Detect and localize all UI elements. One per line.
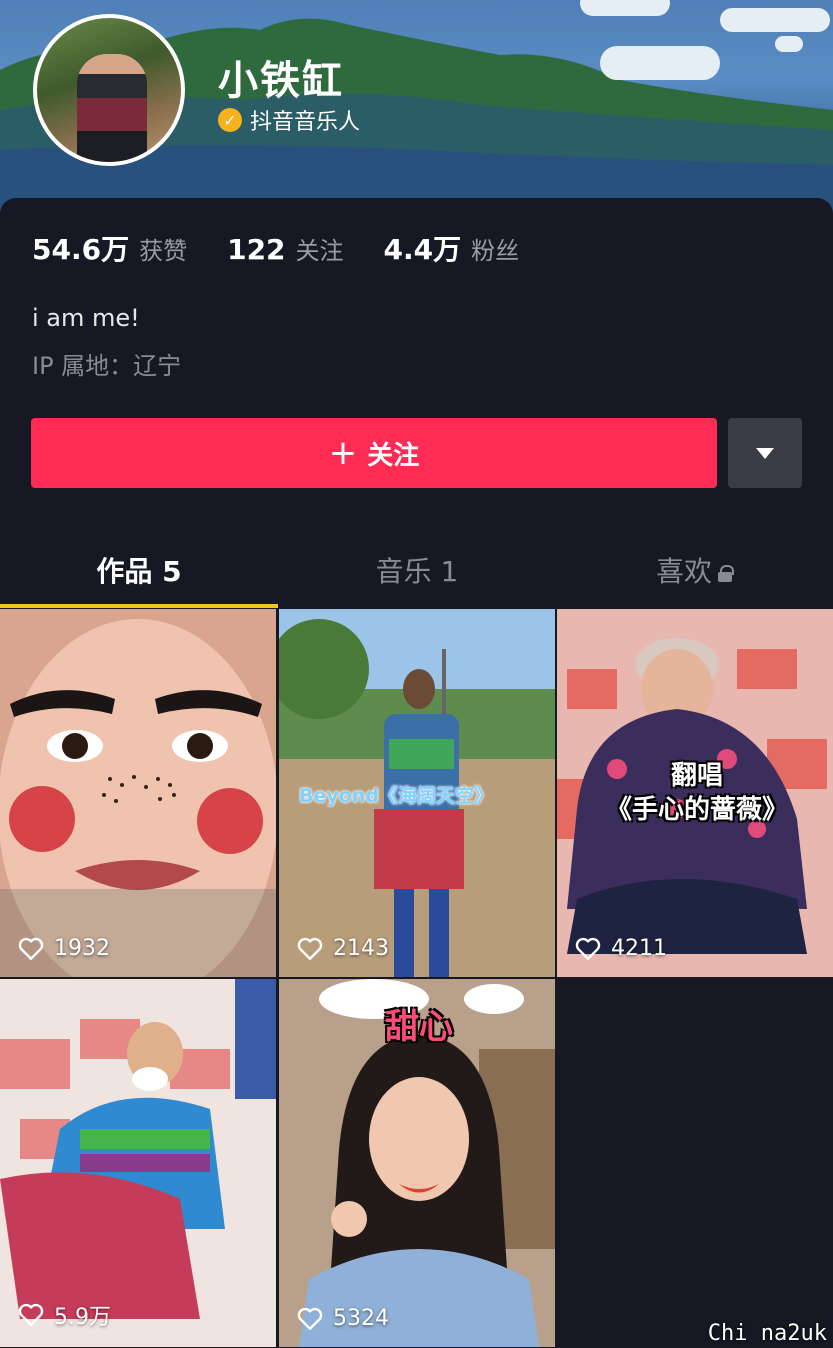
video-overlay-title: 甜心 [385,1007,453,1047]
tab-indicator [0,604,278,608]
like-count-value: 2143 [333,936,389,961]
like-count: 1932 [18,936,110,961]
lock-icon [718,565,734,582]
video-overlay-title: Beyond《海阔天空》 [299,785,493,807]
avatar-person [77,54,147,162]
tab-label: 音乐 1 [375,555,459,588]
video-thumbnail [0,609,276,977]
stats-row: 54.6万 获赞 122 关注 4.4万 粉丝 [32,228,519,268]
watermark: Chi na2uk [707,1321,827,1346]
like-count-value: 5.9万 [54,1305,111,1330]
stat-value: 122 [227,233,286,266]
profile-name: 小铁缸 [218,58,344,104]
caret-down-icon [756,447,774,459]
like-count-value: 4211 [611,936,667,961]
like-count: 5324 [297,1306,389,1331]
like-count: 2143 [297,936,389,961]
video-tile[interactable]: 甜心 5324 [279,979,555,1347]
more-options-button[interactable] [728,418,802,488]
stat-following[interactable]: 122 关注 [227,231,343,266]
verified-tag: ✓ 抖音音乐人 [218,104,360,136]
video-tile[interactable]: 1932 [0,609,276,977]
video-tile[interactable]: Beyond《海阔天空》 2143 [279,609,555,977]
profile-tabs: 作品 5 音乐 1 喜欢 [0,538,833,608]
ip-location: IP 属地：辽宁 [32,352,182,380]
stat-followers[interactable]: 4.4万 粉丝 [384,228,520,268]
verified-label: 抖音音乐人 [250,110,361,135]
heart-icon [18,1303,44,1326]
heart-icon [18,937,44,960]
tab-label: 喜欢 [655,555,712,588]
follow-label: 关注 [367,440,420,471]
stat-label: 关注 [295,237,344,265]
tab-likes[interactable]: 喜欢 [555,550,833,590]
avatar[interactable] [33,14,185,166]
video-tile[interactable]: 5.9万 [0,979,276,1347]
video-thumbnail [0,979,276,1347]
stat-value: 54.6万 [32,233,130,266]
video-overlay-title: 翻唱 《手心的蔷薇》 [605,761,788,825]
tab-music[interactable]: 音乐 1 [278,550,556,590]
like-count-value: 1932 [54,936,110,961]
stat-value: 4.4万 [383,233,462,266]
like-count-value: 5324 [333,1306,389,1331]
tab-works[interactable]: 作品 5 [0,550,278,590]
heart-icon [297,1307,323,1330]
video-tile[interactable]: 翻唱 《手心的蔷薇》 4211 [557,609,833,977]
stat-label: 获赞 [139,237,188,265]
plus-icon: + [328,433,358,473]
tab-label: 作品 5 [96,555,182,588]
check-badge-icon: ✓ [218,108,242,132]
like-count: 4211 [575,936,667,961]
bio-text: i am me! [32,304,140,332]
heart-icon [575,937,601,960]
follow-button[interactable]: + 关注 [31,418,717,488]
stat-likes[interactable]: 54.6万 获赞 [32,228,187,268]
heart-icon [297,937,323,960]
stat-label: 粉丝 [471,237,520,265]
like-count: 5.9万 [18,1299,111,1331]
